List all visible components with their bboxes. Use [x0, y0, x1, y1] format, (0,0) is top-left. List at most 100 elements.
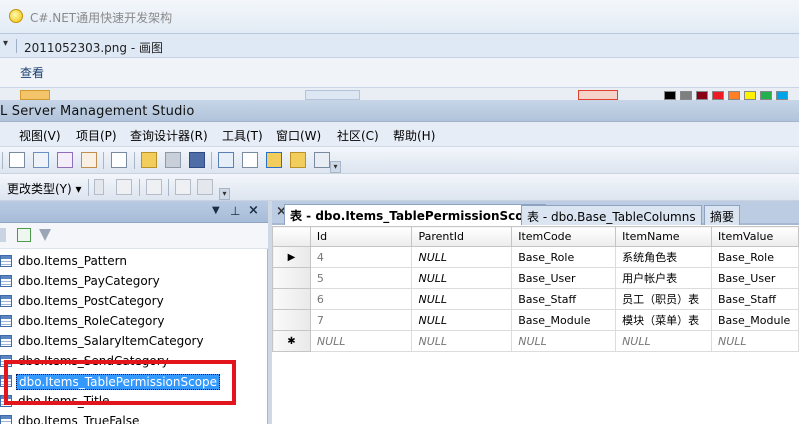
row-selector[interactable]: ▶ — [272, 246, 311, 268]
tree-item[interactable]: dbo.Items_Pattern — [0, 251, 267, 271]
tab-items-tablepermissionscope[interactable]: 表 - dbo.Items_TablePermissionScope — [284, 204, 547, 225]
color-swatch[interactable] — [728, 91, 740, 100]
row-selector[interactable] — [272, 288, 311, 310]
menu-query-designer[interactable]: 查询设计器(R) — [130, 127, 208, 144]
table-cell[interactable]: NULL — [511, 330, 617, 352]
color-swatch[interactable] — [696, 91, 708, 100]
tree-item[interactable]: dbo.Items_TrueFalse — [0, 411, 267, 424]
table-cell[interactable]: NULL — [411, 309, 513, 331]
toolbar-overflow-icon[interactable]: ▾ — [330, 161, 341, 173]
open-folder-icon[interactable] — [141, 152, 157, 168]
table-cell[interactable]: Base_Role — [711, 246, 799, 268]
table-cell[interactable]: 4 — [309, 246, 413, 268]
menu-help[interactable]: 帮助(H) — [393, 127, 435, 144]
refresh-icon[interactable] — [17, 228, 31, 242]
xmla-query-icon[interactable] — [81, 152, 97, 168]
ribbon-button-icon[interactable] — [20, 90, 50, 100]
color-swatch[interactable] — [664, 91, 676, 100]
table-cell[interactable]: NULL — [711, 330, 799, 352]
menu-project[interactable]: 项目(P) — [76, 127, 117, 144]
tab-view[interactable]: 查看 — [20, 64, 44, 81]
add-derived-table-icon[interactable] — [197, 179, 213, 195]
table-cell[interactable]: Base_Role — [511, 246, 617, 268]
row-header-corner[interactable] — [272, 226, 311, 247]
table-cell[interactable]: NULL — [615, 330, 712, 352]
table-row[interactable]: 5 NULL Base_User 用户帐户表 Base_User — [272, 267, 799, 289]
save-all-icon[interactable] — [189, 152, 205, 168]
tree-item[interactable]: dbo.Items_PayCategory — [0, 271, 267, 291]
toolbar-overflow-icon[interactable]: ▾ — [219, 188, 230, 200]
table-row[interactable]: ✱ NULL NULL NULL NULL NULL — [272, 330, 799, 352]
tree-item-label: dbo.Items_PayCategory — [18, 274, 160, 288]
table-cell[interactable]: Base_Staff — [711, 288, 799, 310]
table-cell[interactable]: Base_Module — [711, 309, 799, 331]
template-explorer-icon[interactable] — [266, 152, 282, 168]
table-cell[interactable]: Base_User — [511, 267, 617, 289]
table-row[interactable]: ▶ 4 NULL Base_Role 系统角色表 Base_Role — [272, 246, 799, 268]
color-swatch[interactable] — [712, 91, 724, 100]
menu-view[interactable]: 视图(V) — [19, 127, 61, 144]
color-swatch[interactable] — [744, 91, 756, 100]
table-cell[interactable]: Base_User — [711, 267, 799, 289]
table-cell[interactable]: 员工（职员）表 — [615, 288, 712, 310]
registered-servers-icon[interactable] — [218, 152, 234, 168]
color-swatch[interactable] — [760, 91, 772, 100]
auto-hide-pin-icon[interactable]: ⊥ — [230, 204, 240, 218]
row-selector[interactable] — [272, 267, 311, 289]
tab-summary[interactable]: 摘要 — [704, 205, 741, 225]
save-icon[interactable] — [165, 152, 181, 168]
table-cell[interactable]: 5 — [309, 267, 413, 289]
table-cell[interactable]: NULL — [411, 288, 513, 310]
tree-item[interactable]: dbo.Items_RoleCategory — [0, 311, 267, 331]
window-position-icon[interactable]: ▼ — [212, 205, 220, 216]
table-cell[interactable]: 7 — [309, 309, 413, 331]
column-header[interactable]: ItemName — [615, 226, 712, 247]
verify-sql-icon[interactable] — [116, 179, 132, 195]
ssms-window-title: L Server Management Studio — [0, 104, 195, 119]
color-swatch[interactable] — [680, 91, 692, 100]
table-cell[interactable]: NULL — [309, 330, 413, 352]
quick-access-icon[interactable]: ▾ — [3, 38, 8, 49]
color-swatch[interactable] — [776, 91, 788, 100]
execute-sql-icon[interactable] — [94, 179, 104, 195]
table-cell[interactable]: NULL — [411, 267, 513, 289]
table-cell[interactable]: 用户帐户表 — [615, 267, 712, 289]
menu-community[interactable]: 社区(C) — [337, 127, 379, 144]
connect-icon[interactable] — [0, 228, 6, 242]
new-file-icon[interactable] — [111, 152, 127, 168]
filter-icon[interactable] — [39, 229, 51, 241]
add-table-icon[interactable] — [175, 179, 191, 195]
column-header[interactable]: ItemCode — [511, 226, 617, 247]
menu-window[interactable]: 窗口(W) — [276, 127, 321, 144]
table-cell[interactable]: Base_Staff — [511, 288, 617, 310]
column-header[interactable]: ParentId — [411, 226, 513, 247]
table-cell[interactable]: 6 — [309, 288, 413, 310]
tab-base-tablecolumns[interactable]: 表 - dbo.Base_TableColumns — [521, 205, 702, 225]
table-cell[interactable]: 模块（菜单）表 — [615, 309, 712, 331]
table-cell[interactable]: 系统角色表 — [615, 246, 712, 268]
ribbon-button-icon[interactable] — [578, 90, 618, 100]
close-icon[interactable]: × — [248, 203, 259, 218]
tree-item[interactable]: dbo.Items_SalaryItemCategory — [0, 331, 267, 351]
solution-explorer-icon[interactable] — [290, 152, 306, 168]
analysis-query-icon[interactable] — [57, 152, 73, 168]
object-explorer-icon[interactable] — [242, 152, 258, 168]
row-selector[interactable]: ✱ — [272, 330, 311, 352]
table-cell[interactable]: NULL — [411, 246, 513, 268]
row-selector[interactable] — [272, 309, 311, 331]
column-header[interactable]: ItemValue — [711, 226, 799, 247]
group-by-icon[interactable] — [146, 179, 162, 195]
properties-window-icon[interactable] — [314, 152, 330, 168]
table-cell[interactable]: Base_Module — [511, 309, 617, 331]
table-cell[interactable]: NULL — [411, 330, 513, 352]
ribbon-button-icon[interactable] — [305, 90, 360, 100]
menu-tools[interactable]: 工具(T) — [222, 127, 263, 144]
new-query-icon[interactable] — [9, 152, 25, 168]
tree-item-label: dbo.Items_Pattern — [18, 254, 127, 268]
change-type-dropdown[interactable]: 更改类型(Y) ▾ — [7, 180, 82, 197]
column-header[interactable]: Id — [309, 226, 413, 247]
database-engine-query-icon[interactable] — [33, 152, 49, 168]
table-row[interactable]: 6 NULL Base_Staff 员工（职员）表 Base_Staff — [272, 288, 799, 310]
table-row[interactable]: 7 NULL Base_Module 模块（菜单）表 Base_Module — [272, 309, 799, 331]
tree-item[interactable]: dbo.Items_PostCategory — [0, 291, 267, 311]
